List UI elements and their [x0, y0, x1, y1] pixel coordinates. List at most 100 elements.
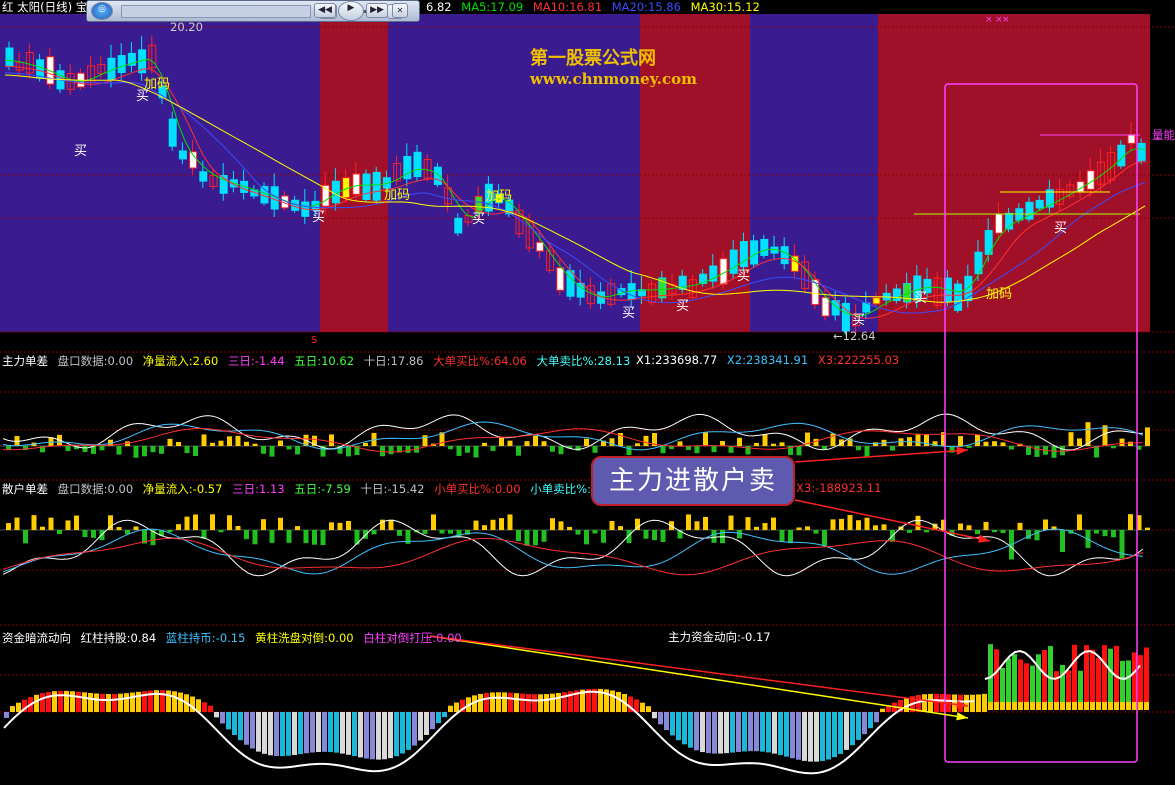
volume-bar [839, 518, 844, 530]
play-icon[interactable]: ▶ [338, 1, 364, 21]
volume-bar [822, 530, 827, 546]
volume-bar [881, 524, 887, 530]
flow-bar [1126, 660, 1131, 702]
flow-bar [640, 702, 645, 712]
volume-bar [210, 442, 215, 446]
flow-bar [40, 693, 45, 712]
flow-bar [16, 702, 21, 712]
volume-bar [643, 530, 649, 539]
volume-bar [516, 530, 521, 542]
volume-bar [337, 522, 343, 530]
flow-bar [520, 693, 525, 712]
flow-bar [304, 712, 309, 754]
close-icon[interactable]: ✕ [392, 3, 408, 18]
flow-bar [1138, 655, 1143, 702]
price-high-label: 20.20 [170, 20, 203, 34]
candlestick [760, 238, 769, 256]
volume-bar [958, 523, 963, 530]
flow-bar [616, 691, 621, 712]
volume-bar [754, 442, 759, 446]
flow-bar [172, 691, 177, 712]
flow-bar [274, 712, 279, 757]
flow-bar [100, 693, 105, 712]
volume-bar [1034, 446, 1040, 457]
candlestick [750, 240, 759, 265]
flow-bar [118, 693, 123, 712]
panel1-item: 大单卖比%:28.13 [536, 354, 631, 368]
volume-bar [660, 530, 666, 542]
arrowhead [956, 712, 968, 721]
volume-bar [346, 520, 351, 530]
flow-bar [1000, 667, 1005, 702]
panel1-x-values: X1:233698.77 X2:238341.91 X3:222255.03 [636, 353, 905, 367]
flow-bar [1084, 702, 1089, 710]
volume-bar [473, 446, 479, 458]
volume-bar [329, 522, 334, 530]
flow-bar [418, 712, 423, 741]
flow-bar [1120, 702, 1125, 710]
volume-bar [422, 530, 428, 535]
annotation-arrow [794, 449, 969, 463]
flow-bar [1096, 658, 1101, 702]
volume-bar [992, 530, 997, 533]
volume-bar [635, 518, 640, 530]
volume-bar [320, 530, 326, 546]
flow-bar [550, 693, 555, 712]
flow-bar [82, 692, 87, 712]
volume-bar [116, 446, 122, 455]
volume-bar [48, 517, 54, 530]
rewind-icon[interactable]: ◀◀ [314, 3, 336, 18]
watermark-url: www.chnmoney.com [530, 70, 697, 88]
volume-bar [558, 521, 564, 530]
flow-bar [322, 712, 327, 752]
candlestick [780, 246, 789, 265]
flow-bar [262, 712, 267, 754]
candlestick [413, 151, 422, 178]
volume-bar [711, 530, 717, 543]
volume-bar [422, 435, 428, 446]
flow-bar [664, 712, 669, 731]
volume-bar [1128, 441, 1133, 446]
volume-bar [371, 530, 377, 535]
flow-bar [976, 694, 981, 712]
volume-bar [499, 437, 504, 446]
flow-bar [46, 691, 51, 712]
volume-bar [584, 530, 589, 545]
volume-bar [116, 527, 122, 530]
flow-bar [352, 712, 357, 757]
forward-icon[interactable]: ▶▶ [366, 3, 388, 18]
ma30-label: MA30:15.12 [690, 0, 760, 14]
flow-bar [862, 712, 867, 735]
flow-bar [1030, 702, 1035, 710]
flow-bar [1048, 646, 1053, 702]
volume-bar [201, 434, 207, 446]
candlestick [1035, 199, 1044, 209]
volume-bar [677, 441, 683, 446]
media-seek-track[interactable] [121, 5, 311, 18]
flow-bar [166, 690, 171, 712]
candlestick [5, 47, 14, 67]
volume-bar [227, 436, 232, 446]
volume-bar [278, 517, 283, 530]
volume-bar [286, 446, 292, 450]
flow-bar [736, 712, 741, 752]
candlestick [362, 173, 371, 200]
volume-bar [992, 441, 997, 446]
flow-bar [1120, 660, 1125, 702]
flow-bar [1102, 645, 1107, 702]
volume-bar [1043, 519, 1048, 530]
flow-bar [1012, 654, 1017, 702]
volume-bar [737, 437, 742, 446]
volume-bar [983, 521, 989, 530]
buy-signal: 买 [914, 291, 928, 306]
panel2-item: 盘口数据:0.00 [57, 482, 134, 496]
flow-bar [694, 712, 699, 751]
volume-bar [703, 516, 708, 530]
buy-signal: 买 [136, 89, 150, 104]
flow-bar [1006, 658, 1011, 702]
volume-bar [133, 446, 139, 458]
volume-bar [762, 434, 768, 446]
ma20-label: MA20:15.86 [611, 0, 681, 14]
volume-bar [856, 446, 861, 451]
background-band [640, 14, 750, 332]
